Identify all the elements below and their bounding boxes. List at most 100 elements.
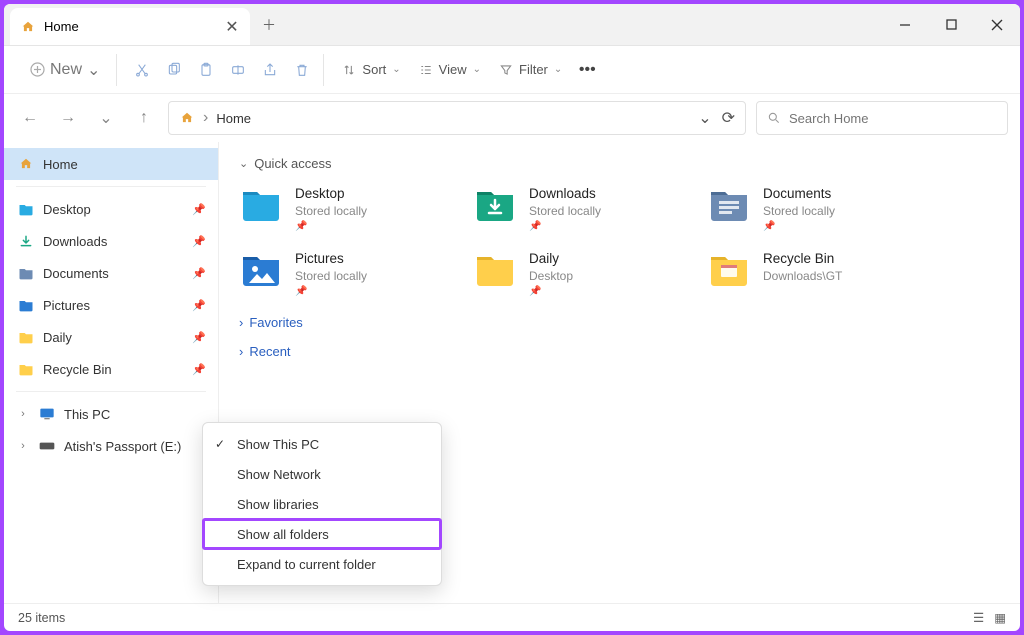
close-button[interactable] bbox=[974, 4, 1020, 45]
copy-icon[interactable] bbox=[161, 57, 187, 83]
recent-dropdown[interactable]: ⌄ bbox=[92, 104, 120, 132]
close-tab-icon[interactable]: ✕ bbox=[224, 19, 240, 35]
sidebar-item-label: Documents bbox=[43, 266, 109, 281]
refresh-icon[interactable]: ⟳ bbox=[722, 108, 735, 128]
ctx-show-network[interactable]: Show Network bbox=[203, 459, 441, 489]
drive-icon bbox=[39, 441, 55, 451]
card-subtitle: Downloads\GT bbox=[763, 268, 842, 284]
filter-icon bbox=[499, 63, 513, 77]
paste-icon[interactable] bbox=[193, 57, 219, 83]
sidebar-item-home[interactable]: Home bbox=[4, 148, 218, 180]
ctx-show-all-folders[interactable]: Show all folders bbox=[203, 519, 441, 549]
pin-icon: 📌 bbox=[295, 221, 367, 232]
sidebar-item-desktop[interactable]: Desktop📌 bbox=[4, 193, 218, 225]
thispc-icon bbox=[39, 407, 55, 421]
new-button[interactable]: New ⌄ bbox=[22, 56, 108, 84]
pin-icon: 📌 bbox=[295, 286, 367, 297]
ctx-expand-to-current-folder[interactable]: Expand to current folder bbox=[203, 549, 441, 579]
section-recent[interactable]: › Recent bbox=[239, 344, 1000, 359]
sidebar-thispc-label: This PC bbox=[64, 407, 110, 422]
sidebar-item-recycle-bin[interactable]: Recycle Bin 📌 bbox=[4, 353, 218, 385]
home-icon bbox=[18, 157, 34, 171]
sidebar-item-drive[interactable]: › Atish's Passport (E:) bbox=[4, 430, 218, 462]
pin-icon: 📌 bbox=[192, 363, 206, 376]
up-button[interactable]: ↑ bbox=[130, 104, 158, 132]
pin-icon: 📌 bbox=[529, 221, 601, 232]
address-row: ← → ⌄ ↑ › Home ⌄ ⟳ bbox=[4, 94, 1020, 142]
card-recycle-bin[interactable]: Recycle Bin Downloads\GT bbox=[707, 250, 917, 297]
card-name: Desktop bbox=[295, 185, 367, 203]
chevron-right-icon: › bbox=[239, 315, 243, 330]
view-button[interactable]: View⌄ bbox=[413, 58, 487, 81]
pin-icon: 📌 bbox=[529, 286, 573, 297]
chevron-right-icon: › bbox=[239, 344, 243, 359]
card-name: Recycle Bin bbox=[763, 250, 842, 268]
card-subtitle: Stored locally bbox=[295, 203, 367, 219]
card-name: Pictures bbox=[295, 250, 367, 268]
rename-icon[interactable] bbox=[225, 57, 251, 83]
section-quick-access[interactable]: ⌄ Quick access bbox=[239, 156, 1000, 171]
titlebar: Home ✕ ＋ bbox=[4, 4, 1020, 46]
sidebar-item-label: Desktop bbox=[43, 202, 91, 217]
card-subtitle: Stored locally bbox=[763, 203, 835, 219]
cut-icon[interactable] bbox=[129, 57, 155, 83]
sidebar-item-downloads[interactable]: Downloads📌 bbox=[4, 225, 218, 257]
item-count: 25 items bbox=[18, 611, 65, 625]
sidebar-item-pictures[interactable]: Pictures📌 bbox=[4, 289, 218, 321]
card-pictures[interactable]: Pictures Stored locally 📌 bbox=[239, 250, 449, 297]
new-label: New bbox=[50, 61, 82, 79]
sidebar-item-label: Downloads bbox=[43, 234, 107, 249]
desktop-icon bbox=[239, 185, 283, 225]
home-icon bbox=[20, 20, 36, 34]
maximize-button[interactable] bbox=[928, 4, 974, 45]
pin-icon: 📌 bbox=[192, 331, 206, 344]
quick-access-label: Quick access bbox=[254, 156, 331, 171]
card-downloads[interactable]: Downloads Stored locally 📌 bbox=[473, 185, 683, 232]
chevron-down-icon[interactable]: ⌄ bbox=[698, 108, 711, 128]
chevron-down-icon: ⌄ bbox=[239, 157, 248, 170]
card-name: Daily bbox=[529, 250, 573, 268]
card-subtitle: Desktop bbox=[529, 268, 573, 284]
pin-icon: 📌 bbox=[192, 267, 206, 280]
view-icon bbox=[419, 63, 433, 77]
favorites-label: Favorites bbox=[249, 315, 302, 330]
card-daily[interactable]: Daily Desktop 📌 bbox=[473, 250, 683, 297]
tab-home[interactable]: Home ✕ bbox=[10, 8, 250, 45]
search-box[interactable] bbox=[756, 101, 1008, 135]
delete-icon[interactable] bbox=[289, 57, 315, 83]
documents-icon bbox=[707, 185, 751, 225]
close-icon bbox=[991, 19, 1003, 31]
statusbar: 25 items ☰ ▦ bbox=[4, 603, 1020, 631]
home-icon bbox=[179, 111, 195, 125]
search-input[interactable] bbox=[789, 111, 997, 126]
sort-icon bbox=[342, 63, 356, 77]
tiles-view-icon[interactable]: ▦ bbox=[994, 610, 1006, 625]
sort-button[interactable]: Sort⌄ bbox=[336, 58, 406, 81]
back-button[interactable]: ← bbox=[16, 104, 44, 132]
chevron-right-icon[interactable]: › bbox=[16, 440, 30, 452]
details-view-icon[interactable]: ☰ bbox=[973, 610, 984, 625]
ctx-show-this-pc[interactable]: Show This PC bbox=[203, 429, 441, 459]
sidebar-item-documents[interactable]: Documents 📌 bbox=[4, 257, 218, 289]
chevron-right-icon[interactable]: › bbox=[16, 408, 30, 420]
sidebar-item-label: Recycle Bin bbox=[43, 362, 112, 377]
share-icon[interactable] bbox=[257, 57, 283, 83]
search-icon bbox=[767, 111, 781, 125]
card-documents[interactable]: Documents Stored locally 📌 bbox=[707, 185, 917, 232]
more-icon[interactable]: ••• bbox=[574, 57, 600, 83]
filter-button[interactable]: Filter⌄ bbox=[493, 58, 568, 81]
new-tab-button[interactable]: ＋ bbox=[250, 4, 288, 45]
card-desktop[interactable]: Desktop Stored locally 📌 bbox=[239, 185, 449, 232]
pin-icon: 📌 bbox=[763, 221, 835, 232]
section-favorites[interactable]: › Favorites bbox=[239, 315, 1000, 330]
maximize-icon bbox=[946, 19, 957, 30]
sidebar-item-daily[interactable]: Daily📌 bbox=[4, 321, 218, 353]
forward-button[interactable]: → bbox=[54, 104, 82, 132]
ctx-show-libraries[interactable]: Show libraries bbox=[203, 489, 441, 519]
quick-access-grid: Desktop Stored locally 📌 Downloads Store… bbox=[239, 185, 1000, 297]
tab-title: Home bbox=[44, 19, 224, 34]
sidebar-item-label: Pictures bbox=[43, 298, 90, 313]
minimize-button[interactable] bbox=[882, 4, 928, 45]
address-bar[interactable]: › Home ⌄ ⟳ bbox=[168, 101, 746, 135]
sidebar-item-thispc[interactable]: › This PC bbox=[4, 398, 218, 430]
